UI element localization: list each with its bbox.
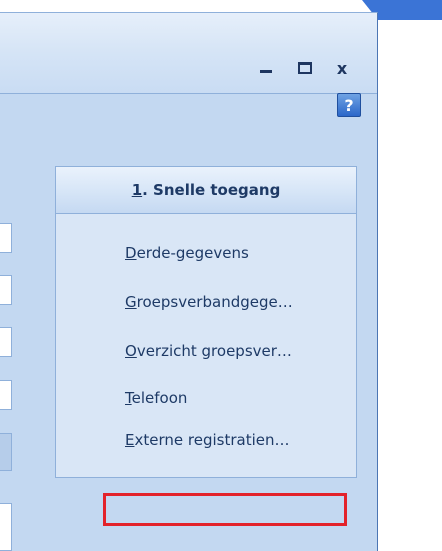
- link-overzicht-groepsverbanden[interactable]: Overzicht groepsver…: [125, 342, 292, 360]
- close-icon: x: [336, 58, 348, 78]
- help-icon: ?: [344, 95, 354, 115]
- link-label: erde-gegevens: [136, 244, 249, 262]
- left-field-5[interactable]: [0, 503, 12, 551]
- link-groepsverbandgegevens[interactable]: Groepsverbandgege…: [125, 293, 293, 311]
- app-window: x ? 1. Snelle toegang Derde-gegevens Gro…: [0, 12, 378, 551]
- link-derde-gegevens[interactable]: Derde-gegevens: [125, 244, 249, 262]
- left-button-partial[interactable]: [0, 433, 12, 471]
- link-accelerator: T: [125, 389, 132, 407]
- link-externe-registratien[interactable]: Externe registratien…: [125, 431, 289, 449]
- minimize-button[interactable]: [254, 56, 278, 80]
- left-field-1[interactable]: [0, 223, 12, 253]
- link-telefoon[interactable]: Telefoon: [125, 389, 187, 407]
- left-field-2[interactable]: [0, 275, 12, 305]
- minimize-icon: [260, 69, 272, 73]
- title-bar: x: [0, 13, 377, 94]
- highlight-box: [103, 493, 347, 526]
- link-accelerator: D: [125, 244, 137, 262]
- left-field-3[interactable]: [0, 327, 12, 357]
- header-title: . Snelle toegang: [142, 181, 281, 199]
- left-field-4[interactable]: [0, 380, 12, 410]
- link-label: xterne registratien…: [134, 431, 290, 449]
- link-accelerator: O: [125, 342, 137, 360]
- link-accelerator: G: [125, 293, 137, 311]
- help-button[interactable]: ?: [337, 93, 361, 117]
- header-accelerator: 1: [131, 181, 143, 199]
- link-label: elefoon: [131, 389, 188, 407]
- link-label: roepsverbandgege…: [136, 293, 293, 311]
- link-label: verzicht groepsver…: [136, 342, 292, 360]
- quick-access-header[interactable]: 1. Snelle toegang: [56, 167, 356, 214]
- restore-button[interactable]: [293, 56, 317, 80]
- close-button[interactable]: x: [330, 56, 354, 80]
- restore-icon: [298, 62, 312, 74]
